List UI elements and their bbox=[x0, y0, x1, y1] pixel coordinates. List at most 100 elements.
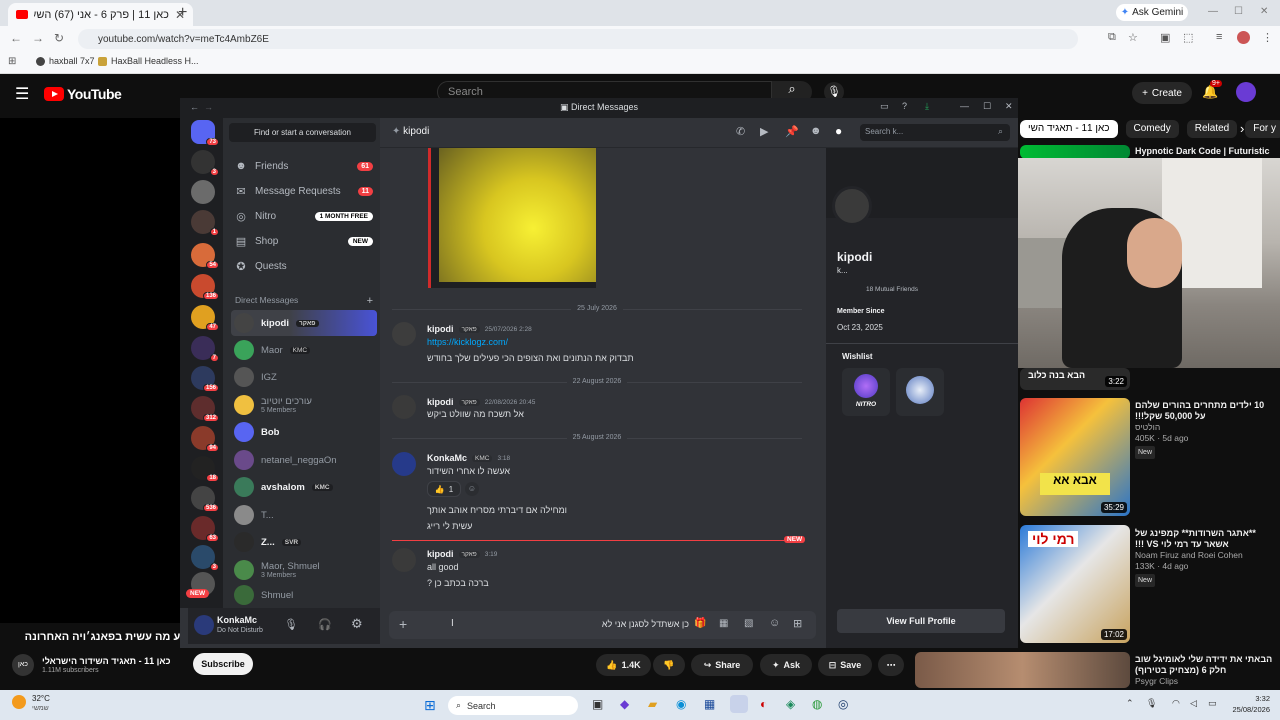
save-button[interactable]: ⊟ Save bbox=[818, 654, 872, 676]
steam-icon[interactable]: ◎ bbox=[838, 697, 848, 711]
forward-arrow-icon[interactable]: → bbox=[204, 102, 213, 112]
volume-icon[interactable]: ◁ bbox=[1190, 698, 1197, 709]
share-button[interactable]: ↪ Share bbox=[691, 654, 753, 676]
edge-icon[interactable]: ◉ bbox=[676, 697, 686, 711]
gif-icon[interactable]: ▦ bbox=[719, 618, 728, 629]
reaction-thumbs-up[interactable]: 👍 1 bbox=[427, 481, 461, 497]
media-controls-icon[interactable]: ≡ bbox=[1216, 31, 1222, 43]
server-icon[interactable]: 54 bbox=[191, 243, 219, 269]
extensions-puzzle-icon[interactable]: ⬚ bbox=[1183, 31, 1193, 44]
add-reaction-icon[interactable]: ☺ bbox=[465, 482, 479, 496]
back-icon[interactable]: ← bbox=[10, 31, 22, 45]
wifi-icon[interactable]: ◠ bbox=[1172, 698, 1180, 709]
dm-item-netanel[interactable]: netanel_neggaOn bbox=[231, 447, 377, 473]
dm-item-maor-shmuel[interactable]: Maor, Shmuel 3 Members bbox=[231, 557, 377, 583]
download-icon[interactable]: ⤓ bbox=[925, 101, 929, 112]
profile-avatar[interactable] bbox=[832, 186, 872, 226]
server-icon[interactable]: 156 bbox=[191, 366, 219, 392]
server-icon[interactable]: 136 bbox=[191, 274, 219, 300]
related-thumbnail[interactable]: אבא אא 35:29 bbox=[1020, 398, 1130, 516]
dm-item-igz[interactable]: IGZ bbox=[231, 364, 377, 390]
account-avatar[interactable] bbox=[1236, 82, 1256, 102]
youtube-logo[interactable]: YouTube bbox=[44, 86, 122, 102]
file-explorer-icon[interactable]: ▰ bbox=[648, 697, 657, 711]
reload-icon[interactable]: ↻ bbox=[54, 31, 64, 45]
clock-date[interactable]: 25/08/2026 bbox=[1226, 705, 1270, 714]
related-item[interactable]: **אתגר השרודות** קמפינג של אשאר עד רמי ל… bbox=[1135, 528, 1275, 587]
dm-item-avshalom[interactable]: avshalom KMC bbox=[231, 474, 377, 500]
add-friends-icon[interactable]: ☻ bbox=[810, 125, 822, 137]
app-icon[interactable]: ◐ bbox=[760, 697, 767, 711]
server-icon[interactable]: 1 bbox=[191, 210, 219, 236]
user-profile-icon[interactable]: ● bbox=[835, 124, 842, 138]
discord-home-icon[interactable]: 73 bbox=[191, 120, 219, 146]
image-embed[interactable] bbox=[428, 148, 596, 288]
store-icon[interactable]: ▦ bbox=[704, 697, 715, 711]
server-icon[interactable]: 3 bbox=[191, 150, 219, 176]
server-icon[interactable]: 312 bbox=[191, 396, 219, 422]
voice-call-icon[interactable]: ✆ bbox=[736, 125, 745, 138]
server-icon[interactable]: 7 bbox=[191, 336, 219, 362]
app-icon[interactable]: ◈ bbox=[786, 697, 795, 711]
message-author[interactable]: KonkaMc KMC 3:18 bbox=[427, 453, 510, 463]
like-button[interactable]: 👍 1.4K bbox=[596, 654, 651, 676]
add-dm-icon[interactable]: + bbox=[367, 295, 373, 307]
more-actions-icon[interactable]: ⋯ bbox=[878, 654, 904, 676]
server-icon[interactable]: 18 bbox=[191, 456, 219, 482]
task-view-icon[interactable]: ▣ bbox=[592, 697, 603, 711]
inbox-icon[interactable]: ▭ bbox=[880, 101, 889, 112]
related-item[interactable]: הבאתי את ידידה שלי לאומיגל שוב חלק 6 (מצ… bbox=[1135, 654, 1275, 687]
close-window-icon[interactable]: ✕ bbox=[1260, 6, 1268, 17]
attached-image[interactable] bbox=[439, 148, 596, 282]
bookmark-haxball[interactable]: haxball 7x7 bbox=[36, 56, 95, 66]
chevron-right-icon[interactable]: › bbox=[1240, 121, 1244, 136]
close-icon[interactable]: ✕ bbox=[1005, 101, 1013, 112]
microphone-icon[interactable]: 🎙 bbox=[284, 618, 298, 631]
taskbar-search[interactable]: ⌕ Search bbox=[448, 696, 578, 715]
message-composer[interactable]: + I כן אשתדל לסגנן אני לא 🎁 ▦ ▧ ☺ ⊞ bbox=[389, 611, 816, 639]
bookmark-star-icon[interactable]: ☆ bbox=[1128, 31, 1138, 44]
related-thumbnail[interactable]: הבא בנה כלוב 3:22 bbox=[1020, 368, 1130, 390]
dm-item-shmuel[interactable]: Shmuel bbox=[231, 584, 377, 606]
avatar[interactable] bbox=[392, 548, 416, 572]
related-thumbnail[interactable] bbox=[1020, 145, 1130, 159]
server-icon[interactable]: 536 bbox=[191, 486, 219, 512]
wishlist-item-nitro[interactable]: NITRO bbox=[842, 368, 890, 416]
subscribe-button[interactable]: Subscribe bbox=[193, 653, 253, 675]
settings-gear-icon[interactable]: ⚙ bbox=[351, 616, 363, 632]
emoji-icon[interactable]: ☺ bbox=[769, 617, 780, 629]
teams-icon[interactable]: ◆ bbox=[620, 697, 629, 711]
dm-item-group[interactable]: עורכים יוטיוב 5 Members bbox=[231, 392, 377, 418]
cast-icon[interactable]: ⧉ bbox=[1108, 31, 1116, 44]
user-avatar[interactable] bbox=[194, 615, 214, 635]
weather-icon[interactable] bbox=[12, 695, 26, 709]
nav-quests[interactable]: ✪ Quests bbox=[235, 255, 373, 277]
find-conversation-input[interactable]: Find or start a conversation bbox=[229, 123, 376, 142]
chip-related[interactable]: Related bbox=[1186, 120, 1238, 138]
chrome-icon[interactable]: ◍ bbox=[812, 697, 822, 711]
related-item[interactable]: 10 ילדים מתחרים בהורים שלהם על 50,000 שק… bbox=[1135, 400, 1275, 459]
server-icon[interactable]: 63 bbox=[191, 516, 219, 542]
apps-icon[interactable]: ⊞ bbox=[793, 617, 802, 630]
address-bar[interactable]: youtube.com/watch?v=meTc4AmbZ6E bbox=[78, 29, 1078, 49]
extension-icon[interactable]: ▣ bbox=[1160, 31, 1170, 44]
headphones-icon[interactable]: 🎧 bbox=[318, 618, 332, 631]
attach-plus-icon[interactable]: + bbox=[399, 616, 407, 632]
channel-name[interactable]: כאן 11 - תאגיד השידור הישראלי bbox=[42, 656, 170, 666]
dm-item-z[interactable]: Z... SVR bbox=[231, 529, 377, 555]
composer-input[interactable]: כן אשתדל לסגנן אני לא bbox=[584, 619, 689, 629]
server-icon[interactable] bbox=[191, 180, 215, 204]
message-author[interactable]: kipodi פאקר 22/08/2026 20:45 bbox=[427, 397, 535, 407]
dm-item-bob[interactable]: Bob bbox=[231, 419, 377, 445]
channel-avatar[interactable]: כאן bbox=[12, 654, 34, 676]
minimize-icon[interactable]: — bbox=[960, 101, 969, 111]
discord-taskbar-icon[interactable] bbox=[730, 695, 748, 713]
ask-gemini-button[interactable]: ✦ Ask Gemini bbox=[1116, 4, 1188, 21]
nav-nitro[interactable]: ◎ Nitro 1 MONTH FREE bbox=[235, 205, 373, 227]
related-thumbnail[interactable]: רמי לוי 17:02 bbox=[1020, 525, 1130, 643]
clock-time[interactable]: 3:32 bbox=[1226, 694, 1270, 703]
server-icon[interactable]: 47 bbox=[191, 305, 219, 331]
avatar[interactable] bbox=[392, 322, 416, 346]
related-item[interactable]: Hypnotic Dark Code | Futuristic bbox=[1135, 146, 1275, 157]
chip-channel[interactable]: כאן 11 - תאגיד השי bbox=[1020, 120, 1118, 138]
